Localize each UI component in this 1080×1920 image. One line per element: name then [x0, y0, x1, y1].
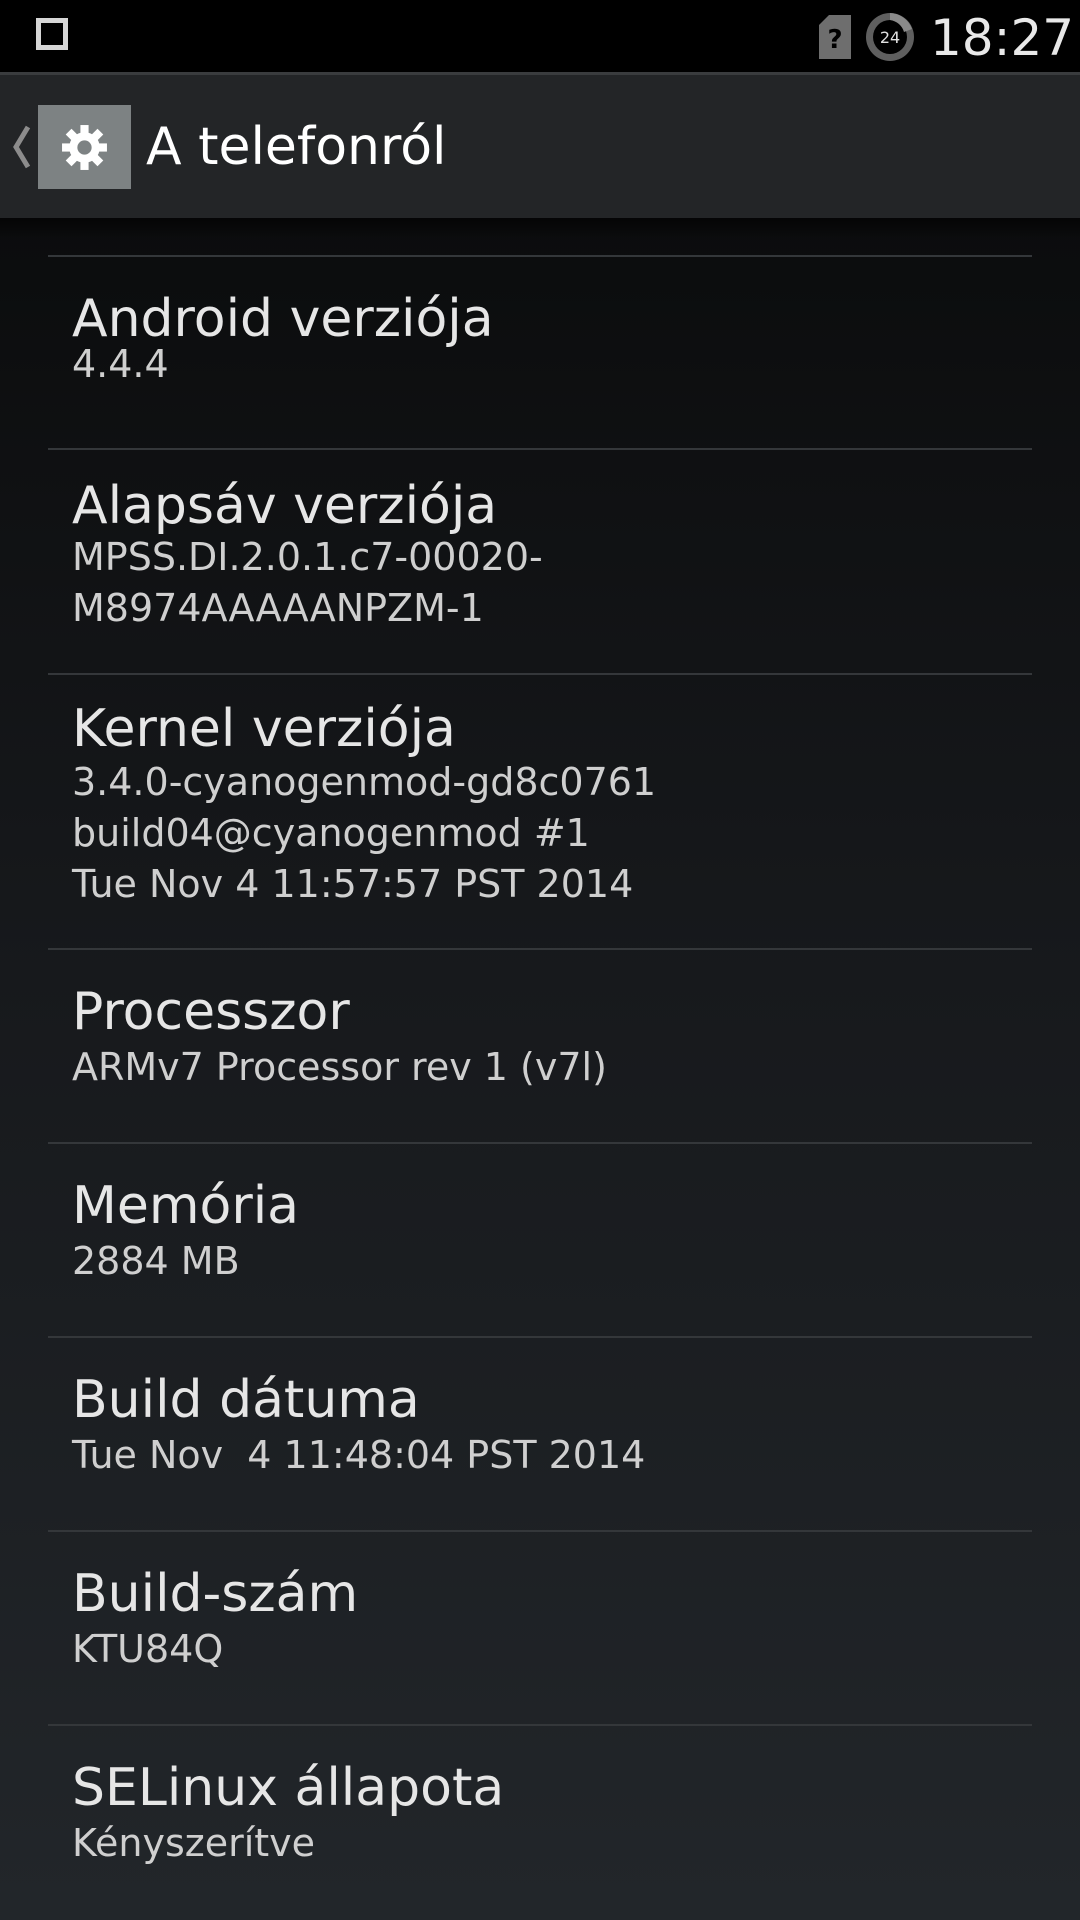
list-item-summary: KTU84Q: [72, 1627, 224, 1671]
action-bar-shadow: [0, 218, 1080, 238]
list-item-title: Kernel verziója: [72, 699, 456, 759]
svg-text:?: ?: [827, 25, 842, 55]
status-time: 18:27: [930, 9, 1075, 67]
list-item-kernel-version[interactable]: Kernel verziója 3.4.0-cyanogenmod-gd8c07…: [48, 675, 1032, 948]
about-phone-list: Android verziója 4.4.4 Alapsáv verziója …: [0, 218, 1080, 1920]
timer-badge-text: 24: [880, 28, 900, 47]
list-item-summary: Tue Nov 4 11:48:04 PST 2014: [72, 1433, 646, 1477]
list-item-selinux-status[interactable]: SELinux állapota Kényszerítve: [48, 1726, 1032, 1920]
list-item-summary: 3.4.0-cyanogenmod-gd8c0761 build04@cyano…: [72, 760, 657, 906]
timer-24-icon: 24: [866, 13, 914, 61]
recent-apps-square-icon: [36, 18, 68, 50]
list-item-summary: MPSS.DI.2.0.1.c7-00020- M8974AAAAANPZM-1: [72, 535, 543, 630]
status-bar: ? 24 18:27: [0, 0, 1080, 75]
action-bar: A telefonról: [0, 75, 1080, 218]
list-item-title: Build-szám: [72, 1564, 359, 1624]
list-item-title: Processzor: [72, 982, 350, 1042]
list-item-build-number[interactable]: Build-szám KTU84Q: [48, 1532, 1032, 1724]
page-title: A telefonról: [146, 117, 447, 177]
list-item-title: Memória: [72, 1176, 300, 1236]
list-item-summary: Kényszerítve: [72, 1821, 316, 1865]
list-item-processor[interactable]: Processzor ARMv7 Processor rev 1 (v7l): [48, 950, 1032, 1142]
list-item-title: Alapsáv verziója: [72, 476, 498, 536]
list-item-summary: 2884 MB: [72, 1239, 240, 1283]
list-item-summary: ARMv7 Processor rev 1 (v7l): [72, 1045, 607, 1089]
list-item-baseband-version[interactable]: Alapsáv verziója MPSS.DI.2.0.1.c7-00020-…: [48, 450, 1032, 673]
list-item-title: SELinux állapota: [72, 1758, 505, 1818]
list-item-title: Build dátuma: [72, 1370, 420, 1430]
settings-gear-icon[interactable]: [38, 105, 131, 189]
list-item-summary: 4.4.4: [72, 342, 169, 386]
sim-unknown-icon: ?: [819, 15, 851, 59]
list-item-android-version[interactable]: Android verziója 4.4.4: [48, 257, 1032, 449]
list-item-build-date[interactable]: Build dátuma Tue Nov 4 11:48:04 PST 2014: [48, 1338, 1032, 1530]
back-chevron-icon[interactable]: [10, 123, 32, 171]
list-item-memory[interactable]: Memória 2884 MB: [48, 1144, 1032, 1336]
